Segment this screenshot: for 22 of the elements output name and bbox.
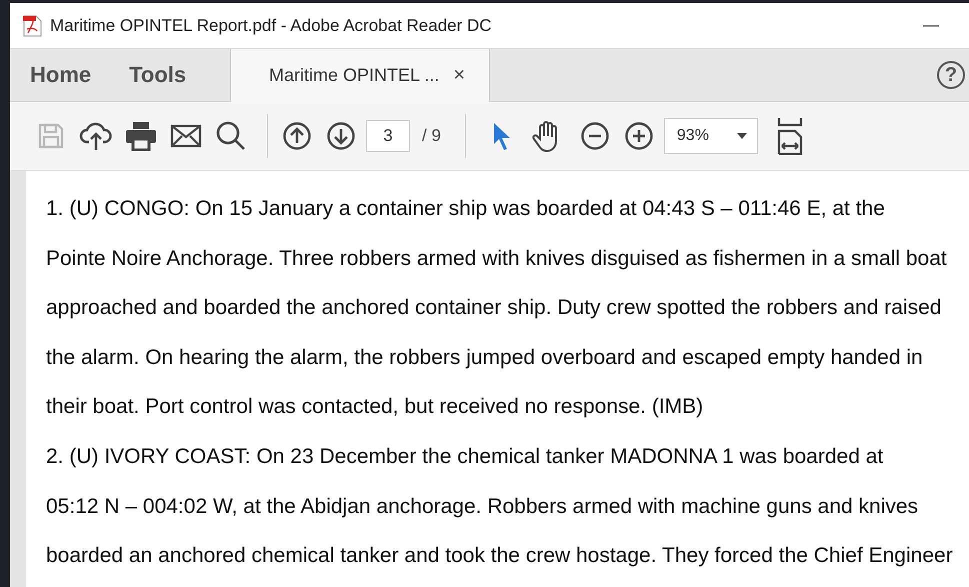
paragraph: 1. (U) CONGO: On 15 January a container ship was boarded at 04:43 S – 011:46 E, at the Pointe Noire Anchorage. Three robbers armed with knives disguised as fishermen in a small boat approached and boarded the anchored container ship. Duty crew spotted the robbers and raised the alarm. On hearing the alarm, the robbers jumped overboard and escaped empty handed in their boat. Port control was contacted, but received no response. (IMB) [46, 196, 948, 420]
close-button[interactable]: × [453, 64, 466, 87]
zoom-in-icon[interactable] [624, 121, 654, 151]
page-count: / 9 [422, 126, 441, 146]
window-title: Maritime OPINTEL Report.pdf - Adobe Acrobat Reader DC [50, 16, 493, 36]
zoom-dropdown[interactable]: 93% [664, 118, 758, 154]
search-icon[interactable] [214, 120, 246, 152]
nav-tab[interactable]: Home [10, 49, 92, 101]
fit-page-icon[interactable] [776, 117, 804, 155]
paragraph: 2. (U) IVORY COAST: On 23 December the chemical tanker MADONNA 1 was boarded at 05:12 N – 004:02 W, at the Abidjan anchorage. Robbers armed with machine guns and knives boarded an anchored chemical tanker and took the crew hostage. They forced the Chief Engineer [46, 444, 953, 570]
help-button[interactable]: ? [937, 61, 965, 89]
zoom-out-icon[interactable] [580, 121, 610, 151]
page-number-field[interactable]: 3 [366, 120, 410, 152]
printer-icon[interactable] [124, 121, 158, 151]
pdf-file-icon [22, 14, 42, 36]
nav-tab[interactable]: Tools [109, 49, 186, 101]
cloud-upload-icon[interactable] [78, 120, 112, 152]
arrow-up-icon[interactable] [282, 121, 312, 151]
arrow-down-icon[interactable] [326, 121, 356, 151]
document-tab[interactable]: Maritime OPINTEL ... × [230, 49, 490, 102]
minimize-button[interactable]: — [923, 16, 939, 34]
mail-icon[interactable] [170, 123, 202, 149]
